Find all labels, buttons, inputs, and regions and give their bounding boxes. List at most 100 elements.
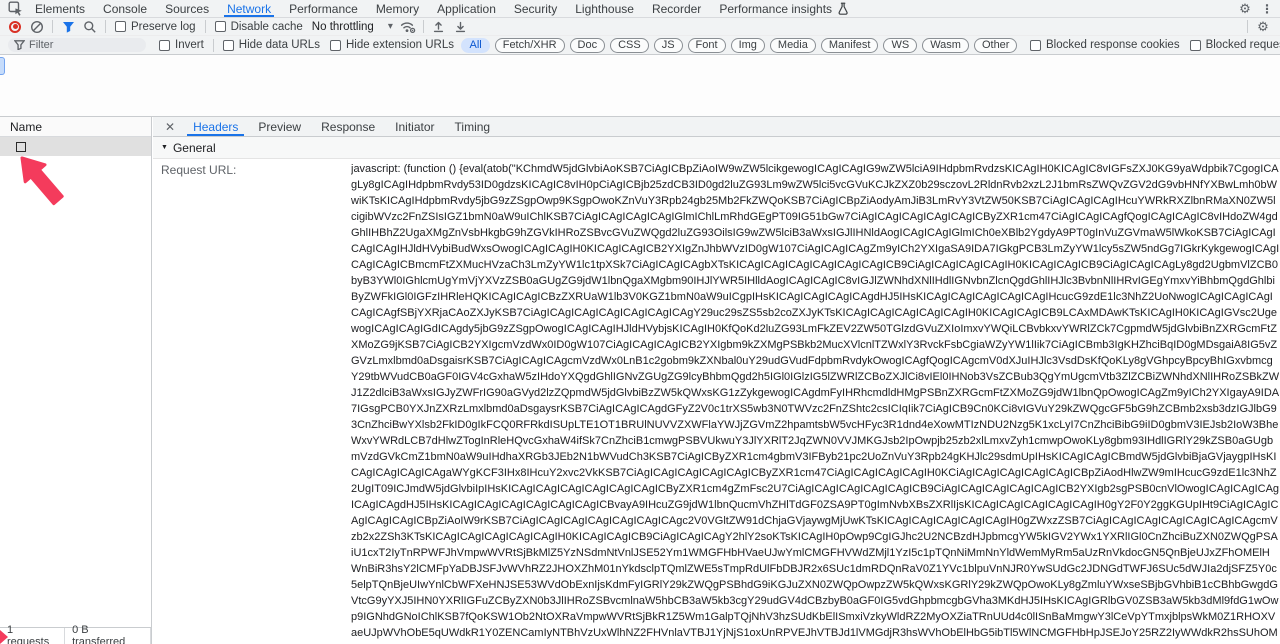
type-filter-img[interactable]: Img — [731, 38, 765, 53]
request-url-label: Request URL: — [161, 163, 236, 177]
search-icon — [83, 20, 97, 34]
filter-toggle-button[interactable] — [57, 19, 79, 35]
funnel-icon — [62, 21, 75, 33]
tab-response[interactable]: Response — [311, 117, 385, 136]
tab-label: Preview — [258, 120, 301, 134]
disable-cache-checkbox[interactable]: Disable cache — [215, 21, 303, 33]
tab-elements[interactable]: Elements — [26, 0, 94, 17]
tab-label: Console — [103, 2, 147, 16]
hide-data-urls-checkbox[interactable]: Hide data URLs — [223, 39, 320, 51]
overview-selection-handle[interactable] — [0, 57, 5, 75]
inspect-element-button[interactable] — [4, 1, 26, 17]
filter-input[interactable] — [29, 39, 129, 51]
checkbox-icon — [1030, 40, 1041, 51]
network-conditions-icon — [400, 20, 416, 34]
annotation-arrow — [12, 148, 68, 212]
record-network-log-button[interactable] — [4, 19, 26, 35]
tab-preview[interactable]: Preview — [248, 117, 311, 136]
type-filter-wasm[interactable]: Wasm — [922, 38, 969, 53]
checkbox-icon — [159, 40, 170, 51]
checkbox-icon — [215, 21, 226, 32]
tab-label: Performance insights — [719, 2, 832, 16]
tab-label: Response — [321, 120, 375, 134]
search-network-button[interactable] — [79, 19, 101, 35]
tab-sources[interactable]: Sources — [156, 0, 218, 17]
clear-network-log-button[interactable] — [26, 19, 48, 35]
type-filter-media[interactable]: Media — [770, 38, 816, 53]
tab-performance-insights[interactable]: Performance insights — [710, 0, 858, 17]
preserve-log-checkbox[interactable]: Preserve log — [115, 21, 196, 33]
network-filter-bar: Invert Hide data URLs Hide extension URL… — [0, 36, 1280, 55]
name-column-header-label: Name — [10, 120, 42, 134]
network-conditions-button[interactable] — [397, 19, 419, 35]
request-count: 1 requests — [0, 628, 64, 644]
import-har-button[interactable] — [428, 19, 450, 35]
details-tab-bar: ✕ Headers Preview Response Initiator Tim… — [153, 117, 1280, 137]
flask-icon — [837, 2, 849, 15]
upload-icon — [432, 20, 445, 33]
throttling-select[interactable]: No throttling ▾ — [312, 21, 393, 33]
tab-label: Memory — [376, 2, 419, 16]
blocked-response-cookies-label: Blocked response cookies — [1046, 39, 1180, 51]
type-filter-ws[interactable]: WS — [883, 38, 917, 53]
devtools-settings-button[interactable]: ⚙ — [1234, 1, 1256, 17]
tab-application[interactable]: Application — [428, 0, 505, 17]
invert-label: Invert — [175, 39, 204, 51]
disclosure-triangle-icon: ▼ — [161, 144, 168, 151]
general-section-title: General — [173, 141, 216, 155]
tab-label: Security — [514, 2, 557, 16]
close-details-button[interactable]: ✕ — [165, 120, 175, 134]
tab-label: Application — [437, 2, 496, 16]
type-filter-doc[interactable]: Doc — [570, 38, 606, 53]
general-section-header[interactable]: ▼ General — [153, 137, 1280, 159]
tab-label: Headers — [193, 120, 238, 134]
tab-initiator[interactable]: Initiator — [385, 117, 444, 136]
clear-icon — [30, 20, 44, 34]
disable-cache-label: Disable cache — [231, 21, 303, 33]
checkbox-icon — [223, 40, 234, 51]
tab-recorder[interactable]: Recorder — [643, 0, 710, 17]
type-filter-fetch-xhr[interactable]: Fetch/XHR — [495, 38, 565, 53]
tab-security[interactable]: Security — [505, 0, 566, 17]
kebab-menu-icon: ⋮ — [1261, 3, 1273, 15]
invert-checkbox[interactable]: Invert — [159, 39, 204, 51]
tab-label: Network — [227, 2, 271, 16]
devtools-tab-bar: Elements Console Sources Network Perform… — [0, 0, 1280, 18]
hide-extension-urls-checkbox[interactable]: Hide extension URLs — [330, 39, 454, 51]
network-settings-button[interactable]: ⚙ — [1252, 19, 1274, 35]
export-har-button[interactable] — [450, 19, 472, 35]
tab-memory[interactable]: Memory — [367, 0, 428, 17]
tab-performance[interactable]: Performance — [280, 0, 367, 17]
tab-network[interactable]: Network — [218, 0, 280, 17]
network-toolbar: Preserve log Disable cache No throttling… — [0, 18, 1280, 36]
type-filter-manifest[interactable]: Manifest — [821, 38, 879, 53]
name-column-header[interactable]: Name — [0, 117, 151, 137]
devtools-more-menu-button[interactable]: ⋮ — [1256, 1, 1278, 17]
type-filter-js[interactable]: JS — [654, 38, 683, 53]
tab-headers[interactable]: Headers — [183, 117, 248, 136]
tab-timing[interactable]: Timing — [445, 117, 501, 136]
type-filter-font[interactable]: Font — [688, 38, 726, 53]
throttling-value: No throttling — [312, 21, 374, 33]
funnel-icon — [14, 40, 25, 50]
tab-label: Elements — [35, 2, 85, 16]
blocked-response-cookies-checkbox[interactable]: Blocked response cookies — [1030, 39, 1180, 51]
tab-lighthouse[interactable]: Lighthouse — [566, 0, 643, 17]
network-overview-strip[interactable] — [0, 55, 1280, 117]
network-status-bar: 1 requests 0 B transferred — [0, 627, 151, 644]
type-filter-other[interactable]: Other — [974, 38, 1018, 53]
checkbox-icon — [115, 21, 126, 32]
tab-label: Sources — [165, 2, 209, 16]
request-url-value: javascript: (function () {eval(atob("KCh… — [351, 159, 1280, 644]
type-filter-css[interactable]: CSS — [610, 38, 649, 53]
gear-icon: ⚙ — [1239, 2, 1251, 15]
tab-console[interactable]: Console — [94, 0, 156, 17]
inspect-cursor-icon — [8, 1, 23, 16]
tab-label: Recorder — [652, 2, 701, 16]
type-filter-all[interactable]: All — [461, 38, 489, 53]
checkbox-icon — [1190, 40, 1201, 51]
tab-label: Initiator — [395, 120, 434, 134]
chevron-down-icon: ▾ — [388, 21, 393, 32]
request-details-pane: ✕ Headers Preview Response Initiator Tim… — [153, 117, 1280, 644]
blocked-requests-checkbox[interactable]: Blocked requests — [1190, 39, 1280, 51]
